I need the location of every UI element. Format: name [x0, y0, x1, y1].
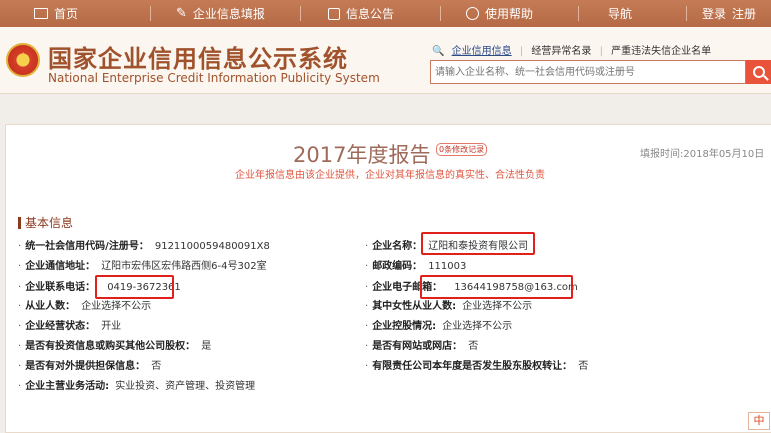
report-disclaimer: 企业年报信息由该企业提供，企业对其年报信息的真实性、合法性负责	[235, 170, 545, 181]
nav-notice[interactable]: 信息公告	[328, 0, 394, 27]
search-button[interactable]	[746, 60, 771, 84]
nav-home[interactable]: 首页	[34, 0, 78, 27]
field-employees: · 从业人数： 企业选择不公示	[18, 301, 152, 312]
language-toggle[interactable]: 中	[748, 412, 770, 430]
site-subtitle: National Enterprise Credit Information P…	[48, 71, 380, 85]
field-business-status: · 企业经营状态： 开业	[18, 321, 122, 332]
field-main-business: · 企业主营业务活动: 实业投资、资产管理、投资管理	[18, 381, 256, 392]
field-postcode: · 邮政编码： 111003	[365, 261, 467, 272]
field-website: · 是否有网站或网店：否	[365, 341, 479, 352]
field-holding: · 企业控股情况: 企业选择不公示	[365, 321, 513, 332]
tab-divider: |	[599, 46, 603, 57]
search-type-tabs: 🔍 企业信用信息 | 经营异常名录 | 严重违法失信企业名单	[432, 42, 711, 57]
nav-help-label: 使用帮助	[485, 7, 534, 21]
edit-icon: ✎	[176, 6, 187, 21]
report-title: 2017年度报告	[293, 143, 431, 167]
highlight-company-name	[421, 232, 535, 255]
nav-help[interactable]: 使用帮助	[466, 0, 533, 27]
tab-divider: |	[519, 46, 524, 57]
highlight-phone	[95, 275, 174, 299]
nav-navigation[interactable]: 导航	[608, 0, 632, 27]
national-emblem-icon	[6, 43, 40, 77]
nav-notice-label: 信息公告	[346, 7, 395, 21]
home-icon	[34, 8, 48, 19]
field-guarantee: · 是否有对外提供担保信息：否	[18, 361, 162, 372]
annual-report-panel: 2017年度报告 0条修改记录 填报时间:2018年05月10日 企业年报信息由…	[5, 124, 771, 433]
field-female-employees: · 其中女性从业人数: 企业选择不公示	[365, 301, 533, 312]
notice-icon	[328, 7, 340, 20]
nav-divider	[150, 6, 151, 21]
register-link[interactable]: 注册	[732, 5, 756, 22]
site-title: 国家企业信用信息公示系统	[48, 45, 348, 73]
field-investment: · 是否有投资信息或购买其他公司股权：是	[18, 341, 212, 352]
section-title-basic-info: 基本信息	[18, 217, 73, 229]
nav-navigation-label: 导航	[608, 7, 633, 21]
field-address: · 企业通信地址： 辽阳市宏伟区宏伟路西侧6-4号302室	[18, 261, 267, 272]
field-credit-code: · 统一社会信用代码/注册号： 9121100059480091X8	[18, 241, 270, 252]
nav-fill-report[interactable]: ✎ 企业信息填报	[176, 0, 265, 27]
fill-date: 填报时间:2018年05月10日	[640, 149, 765, 160]
help-icon	[466, 7, 479, 20]
site-header: 国家企业信用信息公示系统 National Enterprise Credit …	[0, 27, 771, 94]
tab-abnormal-list[interactable]: 经营异常名录	[531, 46, 591, 57]
nav-divider	[686, 6, 687, 21]
tab-credit-info[interactable]: 企业信用信息	[452, 46, 512, 57]
login-area: 登录 注册	[702, 0, 756, 27]
tab-blacklist[interactable]: 严重违法失信企业名单	[611, 46, 711, 57]
login-link[interactable]: 登录	[702, 5, 726, 22]
nav-divider	[578, 6, 579, 21]
search-icon	[752, 66, 765, 78]
search-input[interactable]	[430, 60, 746, 84]
nav-home-label: 首页	[54, 7, 79, 21]
search-icon: 🔍	[432, 46, 445, 57]
nav-divider	[440, 6, 441, 21]
nav-fill-report-label: 企业信息填报	[192, 7, 265, 21]
revision-record-link[interactable]: 0条修改记录	[436, 143, 488, 156]
highlight-email	[420, 275, 573, 299]
field-equity-transfer: · 有限责任公司本年度是否发生股东股权转让：否	[365, 361, 589, 372]
top-nav-bar: 首页 ✎ 企业信息填报 信息公告 使用帮助 导航 登录 注册	[0, 0, 771, 27]
nav-divider	[300, 6, 301, 21]
